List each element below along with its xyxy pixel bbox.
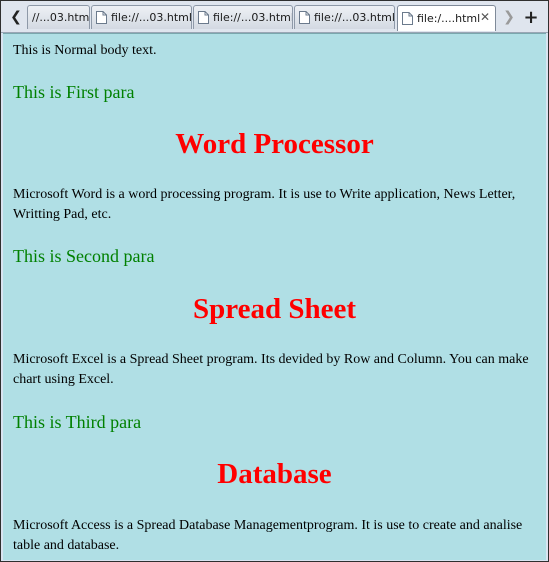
access-description: Microsoft Access is a Spread Database Ma… <box>13 518 523 553</box>
third-para: This is Third para <box>13 412 142 432</box>
chevron-right-icon[interactable]: ❯ <box>498 6 520 28</box>
tab-label: file://...03.html <box>314 10 395 24</box>
page-content: This is Normal body text. This is First … <box>3 33 546 560</box>
document-icon <box>299 11 310 24</box>
first-para: This is First para <box>13 82 135 102</box>
close-icon[interactable]: ✕ <box>480 10 490 24</box>
excel-description: Microsoft Excel is a Spread Sheet progra… <box>13 352 529 387</box>
heading-database: Database <box>217 458 332 490</box>
word-description: Microsoft Word is a word processing prog… <box>13 187 516 222</box>
tab-label: file://...03.html <box>111 10 192 24</box>
tab-label: file:/....html <box>417 11 481 25</box>
tab-label: file://...03.html <box>213 10 293 24</box>
heading-word-processor: Word Processor <box>175 128 374 160</box>
document-icon <box>96 11 107 24</box>
tab-4[interactable]: file://...03.html <box>294 5 395 29</box>
browser-window: ❮ //...03.html file://...03.html file://… <box>0 0 549 562</box>
tab-label: //...03.html <box>32 10 90 24</box>
tab-2[interactable]: file://...03.html <box>91 5 192 29</box>
second-para: This is Second para <box>13 246 155 266</box>
normal-body-text: This is Normal body text. <box>13 43 157 58</box>
document-icon <box>402 12 413 25</box>
tab-5-active[interactable]: file:/....html ✕ <box>397 5 496 31</box>
tab-3[interactable]: file://...03.html <box>193 5 293 29</box>
document-icon <box>198 11 209 24</box>
tab-strip: ❮ //...03.html file://...03.html file://… <box>1 1 548 33</box>
plus-icon[interactable]: + <box>520 6 542 28</box>
tab-1[interactable]: //...03.html <box>27 5 90 29</box>
chevron-left-icon[interactable]: ❮ <box>5 6 27 28</box>
heading-spread-sheet: Spread Sheet <box>192 293 356 325</box>
